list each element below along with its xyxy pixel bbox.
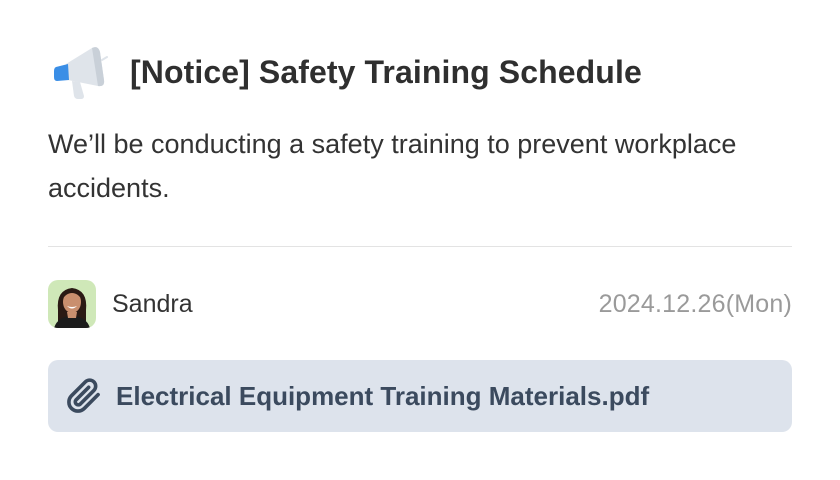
paperclip-icon — [66, 378, 102, 414]
post-date: 2024.12.26(Mon) — [598, 289, 792, 318]
avatar — [48, 280, 96, 328]
author: Sandra — [48, 280, 193, 328]
attachment-link[interactable]: Electrical Equipment Training Materials.… — [48, 360, 792, 432]
attachment-filename: Electrical Equipment Training Materials.… — [116, 380, 650, 411]
author-name: Sandra — [112, 289, 193, 318]
meta-row: Sandra 2024.12.26(Mon) — [48, 280, 792, 328]
divider — [48, 246, 792, 247]
megaphone-icon — [52, 40, 108, 104]
notice-title: [Notice] Safety Training Schedule — [130, 53, 642, 90]
notice-header: [Notice] Safety Training Schedule — [52, 40, 642, 104]
notice-card: [Notice] Safety Training Schedule We’ll … — [0, 0, 840, 480]
notice-body: We’ll be conducting a safety training to… — [48, 129, 737, 203]
